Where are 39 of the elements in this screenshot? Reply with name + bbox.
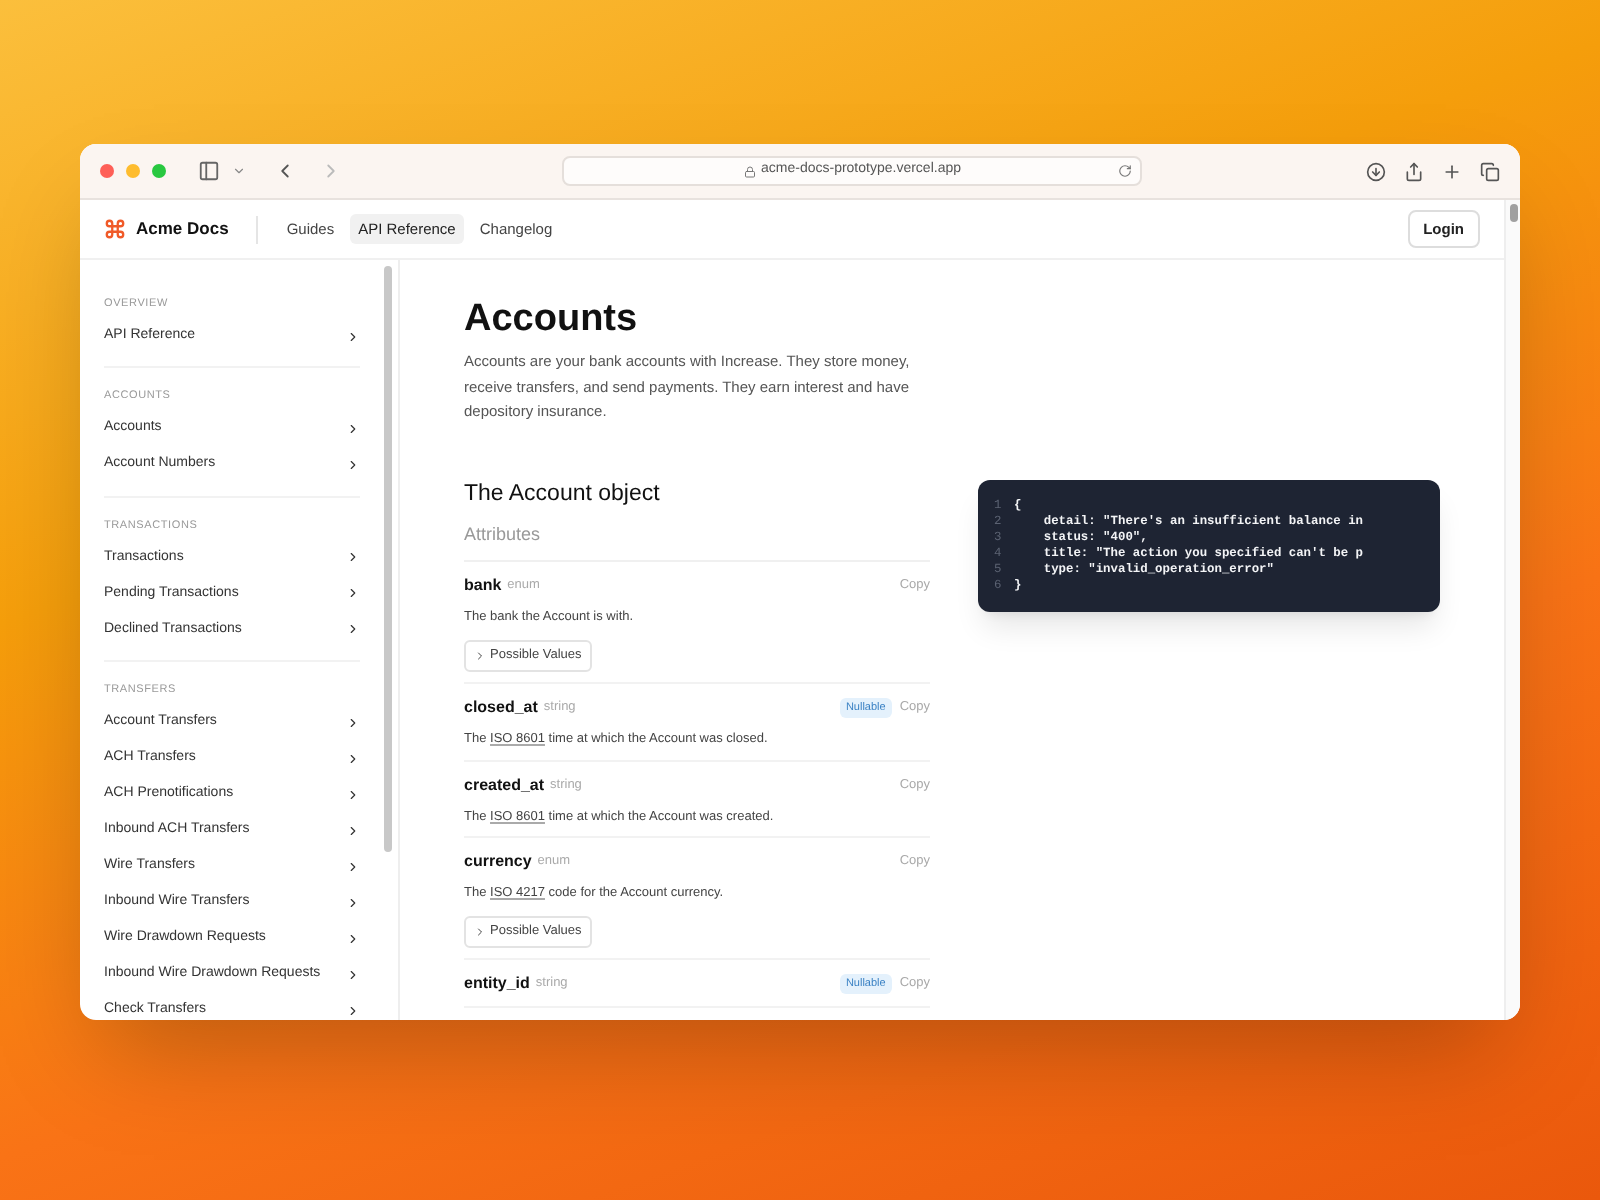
chevron-right-icon <box>346 787 360 801</box>
chevron-right-icon <box>346 895 360 909</box>
chevron-right-icon <box>346 967 360 981</box>
download-icon[interactable] <box>1366 161 1386 181</box>
attribute-name: bank <box>464 574 502 599</box>
chevron-right-icon <box>346 715 360 729</box>
attribute-name: currency <box>464 850 532 875</box>
attribute-name: entity_id <box>464 971 530 996</box>
site-title[interactable]: Acme Docs <box>136 216 229 242</box>
attribute-name: closed_at <box>464 695 538 720</box>
chevron-right-icon <box>346 1003 360 1017</box>
page-scrollbar-thumb[interactable] <box>1509 204 1517 222</box>
chevron-right-icon <box>346 422 360 436</box>
logo-icon[interactable] <box>104 218 126 240</box>
lock-icon <box>743 165 755 177</box>
chevron-right-icon <box>346 931 360 945</box>
tabs-overview-icon[interactable] <box>1480 161 1500 181</box>
section-title: The Account object <box>464 479 662 509</box>
reload-icon[interactable] <box>1118 164 1132 178</box>
attribute-name: created_at <box>464 773 545 797</box>
chevron-right-icon <box>346 586 360 601</box>
scrollbar-thumb[interactable] <box>384 266 392 852</box>
chevron-down-icon[interactable] <box>232 164 246 178</box>
close-icon[interactable] <box>100 164 114 178</box>
chevron-right-icon <box>474 925 486 938</box>
chevron-right-icon <box>346 751 360 765</box>
maximize-icon[interactable] <box>152 164 166 178</box>
attributes-heading: Attributes <box>464 521 930 563</box>
chevron-right-icon <box>346 622 360 637</box>
chevron-right-icon <box>474 649 486 662</box>
new-tab-icon[interactable] <box>1442 161 1462 181</box>
chevron-right-icon <box>346 458 360 472</box>
chevron-right-icon <box>346 823 360 837</box>
page-title: Accounts <box>464 300 640 338</box>
chevron-right-icon <box>346 550 360 565</box>
share-icon[interactable] <box>1404 161 1424 181</box>
chevron-right-icon <box>346 329 360 344</box>
chevron-right-icon <box>346 859 360 873</box>
sidebar-icon[interactable] <box>198 160 220 182</box>
